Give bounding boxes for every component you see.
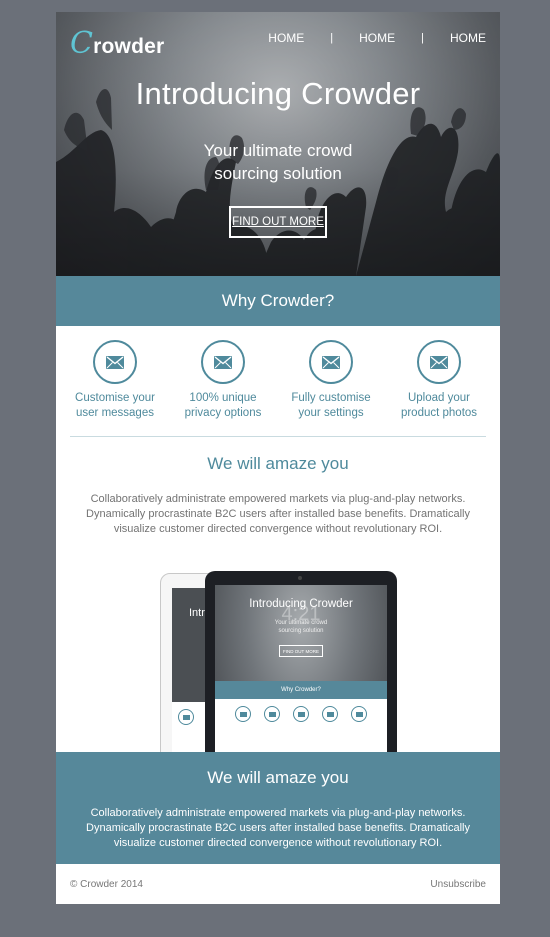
feature-label: Customise your user messages — [75, 391, 155, 421]
why-crowder-heading: Why Crowder? — [56, 276, 500, 326]
hero-section: C rowder HOME | HOME | HOME Introducing … — [56, 12, 500, 276]
feature-item: Fully customise your settings — [277, 340, 385, 436]
amaze-paragraph: Collaboratively administrate empowered m… — [86, 493, 470, 535]
feature-label-line-1: Upload your — [407, 392, 470, 404]
preview-subtitle-line-1: Your ultimate crowd — [274, 620, 328, 626]
envelope-icon — [178, 709, 194, 725]
envelope-icon[interactable] — [309, 340, 353, 384]
dark-tablet: 4:21 Introducing Crowder Your ultimate c… — [205, 571, 397, 752]
envelope-icon — [235, 706, 252, 722]
amaze-banner-heading: We will amaze you — [207, 768, 349, 787]
copyright-text: © Crowder 2014 — [70, 878, 143, 890]
hero-subtitle-line-1: Your ultimate crowd — [203, 141, 353, 160]
section-divider — [70, 436, 486, 437]
crowder-logo[interactable]: C rowder — [70, 26, 164, 61]
envelope-icon[interactable] — [201, 340, 245, 384]
preview-why-bar: Why Crowder? — [215, 681, 387, 699]
feature-label: 100% unique privacy options — [185, 391, 262, 421]
preview-button: FIND OUT MORE — [279, 645, 323, 657]
camera-icon — [350, 706, 367, 722]
preview-subtitle-line-2: sourcing solution — [278, 628, 324, 634]
preview-title: Introducing Crowder — [249, 598, 353, 610]
camera-dot — [298, 576, 302, 580]
feature-item: Upload your product photos — [385, 340, 493, 436]
nav-separator: | — [330, 32, 334, 44]
white-tablet-title: Intr — [189, 607, 205, 619]
feature-label-line-1: Fully customise — [291, 392, 371, 404]
envelope-icon[interactable] — [93, 340, 137, 384]
feature-label-line-2: user messages — [76, 407, 154, 419]
lock-icon — [292, 706, 309, 722]
footer: © Crowder 2014 Unsubscribe — [56, 864, 500, 904]
feature-label: Fully customise your settings — [291, 391, 370, 421]
find-out-more-button[interactable]: FIND OUT MORE — [229, 206, 327, 238]
amaze-banner: We will amaze you Collaboratively admini… — [56, 752, 500, 864]
feature-label-line-2: product photos — [400, 407, 478, 419]
feature-label-line-1: Customise your — [75, 392, 155, 404]
preview-subtitle: Your ultimate crowd sourcing solution — [215, 619, 387, 635]
hero-subtitle: Your ultimate crowd sourcing solution — [56, 139, 500, 185]
nav-home-link-2[interactable]: HOME — [359, 31, 395, 45]
preview-icons — [215, 706, 387, 722]
device-mockup-image: Intr 4:21 Introducing Crowder Your ultim… — [56, 557, 500, 752]
feature-item: 100% unique privacy options — [169, 340, 277, 436]
unsubscribe-link[interactable]: Unsubscribe — [430, 879, 486, 890]
nav-separator: | — [421, 32, 424, 44]
features-row: Customise your user messages 100% unique… — [56, 326, 500, 436]
envelope-icon[interactable] — [417, 340, 461, 384]
logo-initial: C — [70, 26, 94, 61]
feature-label: Upload your product photos — [401, 391, 477, 421]
feature-label-line-2: privacy options — [184, 407, 262, 419]
hero-subtitle-line-2: sourcing solution — [214, 164, 342, 183]
amaze-heading: We will amaze you — [207, 454, 349, 473]
feature-item: Customise your user messages — [61, 340, 169, 436]
top-nav: HOME | HOME | HOME — [268, 31, 486, 45]
logo-text: rowder — [93, 35, 165, 58]
white-tablet-icons — [172, 709, 194, 725]
feature-label-line-1: 100% unique — [189, 392, 257, 404]
email-template: C rowder HOME | HOME | HOME Introducing … — [56, 12, 500, 904]
star-icon — [321, 706, 338, 722]
hero-title: Introducing Crowder — [135, 76, 421, 111]
dark-tablet-screen: 4:21 Introducing Crowder Your ultimate c… — [215, 585, 387, 752]
feature-label-line-2: your settings — [298, 407, 364, 419]
nav-home-link-1[interactable]: HOME — [268, 31, 304, 45]
envelope-icon — [264, 706, 281, 722]
nav-home-link-3[interactable]: HOME — [450, 31, 486, 45]
amaze-banner-paragraph: Collaboratively administrate empowered m… — [86, 807, 470, 849]
